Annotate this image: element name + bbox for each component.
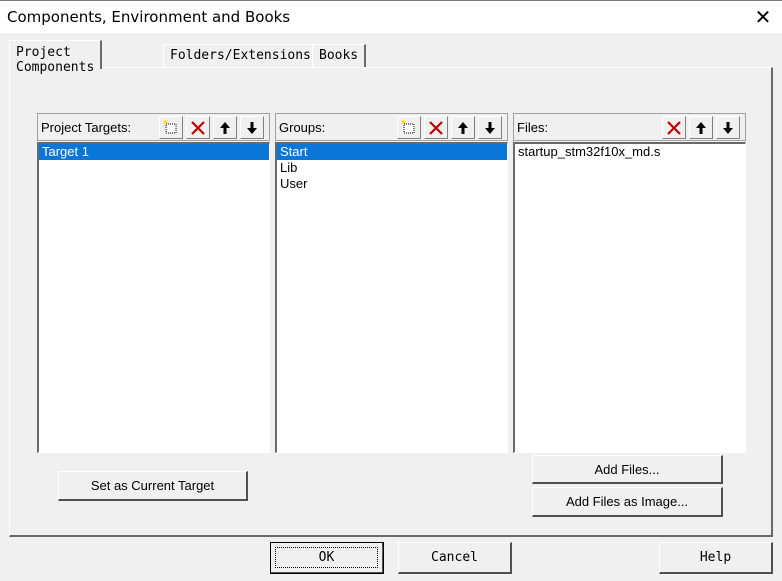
window-title: Components, Environment and Books: [7, 8, 291, 26]
files-group: Files: startup_stm32f10x_md.s: [513, 113, 746, 453]
cancel-button[interactable]: Cancel: [398, 542, 512, 574]
groups-list[interactable]: Start Lib User: [275, 142, 508, 453]
files-header: Files:: [513, 113, 746, 141]
move-file-up-button[interactable]: [689, 116, 713, 139]
move-down-icon: [485, 121, 495, 134]
focus-rect: [275, 547, 378, 568]
delete-icon: [429, 120, 443, 135]
move-up-icon: [458, 121, 468, 134]
move-up-icon: [220, 121, 230, 134]
groups-group: Groups: Start Lib User: [275, 113, 508, 453]
tab-books[interactable]: Books: [312, 44, 367, 68]
add-files-as-image-button[interactable]: Add Files as Image...: [532, 487, 723, 517]
project-targets-list[interactable]: Target 1: [37, 142, 270, 453]
set-current-target-button[interactable]: Set as Current Target: [58, 471, 248, 501]
tab-folders-extensions[interactable]: Folders/Extensions: [163, 44, 319, 68]
help-button[interactable]: Help: [659, 542, 773, 574]
title-bar: Components, Environment and Books ✕: [0, 0, 782, 33]
move-target-down-button[interactable]: [240, 116, 264, 139]
move-up-icon: [696, 121, 706, 134]
delete-file-button[interactable]: [662, 116, 686, 139]
list-item[interactable]: Target 1: [39, 144, 269, 160]
delete-target-button[interactable]: [186, 116, 210, 139]
move-target-up-button[interactable]: [213, 116, 237, 139]
tab-project-components[interactable]: Project Components: [9, 40, 103, 75]
add-files-button[interactable]: Add Files...: [532, 455, 723, 484]
list-item[interactable]: Lib: [277, 160, 507, 176]
close-icon[interactable]: ✕: [752, 6, 774, 28]
list-item[interactable]: User: [277, 176, 507, 192]
new-group-button[interactable]: [397, 116, 421, 139]
files-label: Files:: [517, 120, 549, 135]
groups-header: Groups:: [275, 113, 508, 141]
list-item[interactable]: Start: [277, 144, 507, 160]
list-item[interactable]: startup_stm32f10x_md.s: [515, 144, 745, 160]
delete-icon: [667, 120, 681, 135]
project-targets-label: Project Targets:: [41, 120, 132, 135]
new-target-button[interactable]: [159, 116, 183, 139]
project-targets-header: Project Targets:: [37, 113, 270, 141]
move-down-icon: [723, 121, 733, 134]
delete-group-button[interactable]: [424, 116, 448, 139]
project-targets-group: Project Targets: Target 1: [37, 113, 270, 453]
move-file-down-button[interactable]: [716, 116, 740, 139]
move-group-down-button[interactable]: [478, 116, 502, 139]
new-icon: [163, 119, 177, 133]
ok-button[interactable]: OK: [270, 542, 384, 574]
move-down-icon: [247, 121, 257, 134]
delete-icon: [191, 120, 205, 135]
groups-label: Groups:: [279, 120, 326, 135]
move-group-up-button[interactable]: [451, 116, 475, 139]
files-list[interactable]: startup_stm32f10x_md.s: [513, 142, 746, 453]
new-icon: [401, 119, 415, 133]
